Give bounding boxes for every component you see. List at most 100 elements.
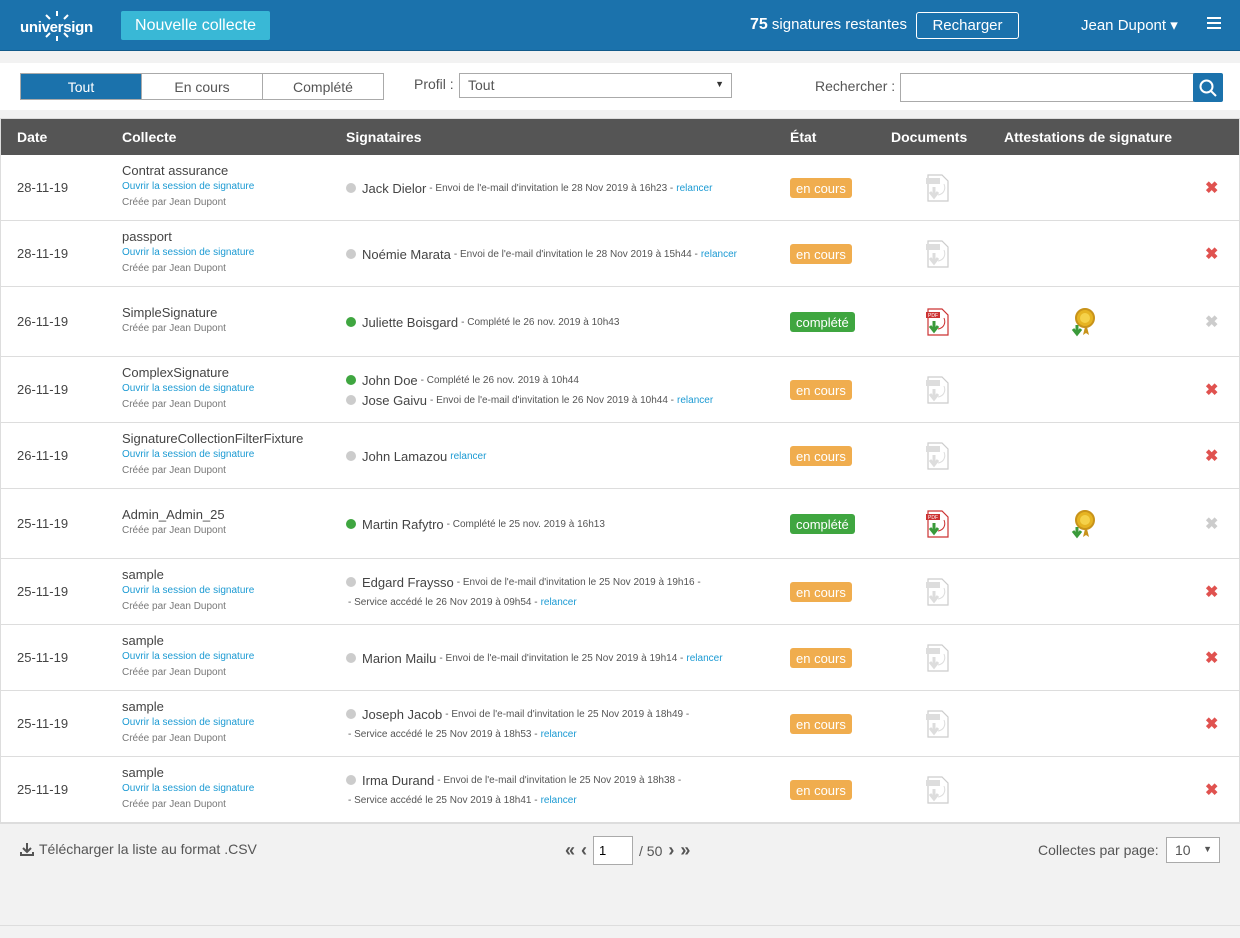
prev-page-icon[interactable]: ‹ — [581, 840, 587, 861]
signers-cell: Joseph Jacob - Envoi de l'e-mail d'invita… — [346, 704, 689, 744]
certificate-award-icon[interactable] — [1071, 307, 1097, 337]
signer-status-dot — [346, 375, 356, 385]
created-by: Créée par Jean Dupont — [122, 799, 226, 810]
profil-select[interactable]: Tout ▼ — [459, 73, 732, 98]
collection-cell: sample Ouvrir la session de signature Créé… — [122, 765, 254, 813]
signer-name: Martin Rafytro — [362, 516, 444, 532]
pdf-download-icon[interactable]: PDF — [924, 307, 952, 337]
table-row: 25-11-19 Admin_Admin_25 Créée par Jean Dup… — [1, 489, 1239, 559]
row-date: 25-11-19 — [17, 716, 69, 731]
signers-cell: Martin Rafytro - Complété le 25 nov. 2019… — [346, 514, 605, 534]
relancer-link[interactable]: relancer — [677, 395, 713, 406]
tab-tout[interactable]: Tout — [21, 74, 142, 99]
signer-status-dot — [346, 317, 356, 327]
open-session-link[interactable]: Ouvrir la session de signature — [122, 583, 254, 599]
delete-x-icon[interactable]: ✖ — [1205, 780, 1218, 800]
collection-cell: sample Ouvrir la session de signature Créé… — [122, 633, 254, 681]
open-session-link[interactable]: Ouvrir la session de signature — [122, 715, 254, 731]
created-by: Créée par Jean Dupont — [122, 399, 226, 410]
relancer-link[interactable]: relancer — [541, 795, 577, 806]
delete-x-icon[interactable]: ✖ — [1205, 380, 1218, 400]
csv-label: Télécharger la liste au format .CSV — [39, 841, 257, 857]
collection-cell: SignatureCollectionFilterFixture Ouvrir l… — [122, 431, 303, 479]
collection-cell: SimpleSignature Créée par Jean Dupont — [122, 305, 226, 337]
signer-note: - Envoi de l'e-mail d'invitation le 25 N… — [439, 652, 684, 664]
collection-cell: Contrat assurance Ouvrir la session de si… — [122, 163, 254, 211]
recharge-button[interactable]: Recharger — [916, 12, 1019, 39]
delete-x-icon[interactable]: ✖ — [1205, 446, 1218, 466]
relancer-link[interactable]: relancer — [541, 597, 577, 608]
col-date[interactable]: Date — [17, 129, 47, 145]
certificate-award-icon[interactable] — [1071, 509, 1097, 539]
universign-logo[interactable]: universign — [20, 9, 93, 43]
pdf-disabled-icon — [924, 775, 952, 805]
signers-cell: Juliette Boisgard - Complété le 26 nov. 2… — [346, 312, 619, 332]
relancer-link[interactable]: relancer — [450, 451, 486, 462]
svg-text:PDF: PDF — [928, 313, 938, 319]
signer-service-note: - Service accédé le 26 Nov 2019 à 09h54 … — [348, 596, 538, 608]
collection-cell: sample Ouvrir la session de signature Créé… — [122, 567, 254, 615]
signer-line: Martin Rafytro - Complété le 25 nov. 2019… — [346, 514, 605, 534]
created-by: Créée par Jean Dupont — [122, 197, 226, 208]
csv-download-link[interactable]: Télécharger la liste au format .CSV — [20, 841, 257, 857]
signer-status-dot — [346, 653, 356, 663]
tab-en-cours[interactable]: En cours — [142, 74, 263, 99]
hamburger-menu-icon[interactable] — [1207, 17, 1221, 30]
first-page-icon[interactable]: « — [565, 840, 575, 861]
delete-x-icon[interactable]: ✖ — [1205, 714, 1218, 734]
page-total: / 50 — [639, 842, 663, 859]
col-etat: État — [790, 129, 817, 145]
delete-x-icon[interactable]: ✖ — [1205, 178, 1218, 198]
last-page-icon[interactable]: » — [680, 840, 690, 861]
tab-complete[interactable]: Complété — [263, 74, 383, 99]
status-badge: en cours — [790, 780, 852, 800]
delete-x-icon[interactable]: ✖ — [1205, 582, 1218, 602]
signer-note: - Envoi de l'e-mail d'invitation le 28 N… — [429, 182, 674, 194]
open-session-link[interactable]: Ouvrir la session de signature — [122, 447, 303, 463]
relancer-link[interactable]: relancer — [686, 653, 722, 664]
new-collection-button[interactable]: Nouvelle collecte — [121, 11, 270, 40]
delete-x-icon[interactable]: ✖ — [1205, 648, 1218, 668]
open-session-link[interactable]: Ouvrir la session de signature — [122, 649, 254, 665]
search-button[interactable] — [1193, 73, 1223, 102]
row-date: 26-11-19 — [17, 382, 69, 397]
signer-status-dot — [346, 183, 356, 193]
pdf-download-icon[interactable]: PDF — [924, 509, 952, 539]
open-session-link[interactable]: Ouvrir la session de signature — [122, 245, 254, 261]
open-session-link[interactable]: Ouvrir la session de signature — [122, 781, 254, 797]
user-menu[interactable]: Jean Dupont ▾ — [1081, 16, 1178, 34]
created-by: Créée par Jean Dupont — [122, 733, 226, 744]
signer-line: John Lamazou relancer — [346, 446, 486, 466]
relancer-link[interactable]: relancer — [676, 183, 712, 194]
delete-x-icon[interactable]: ✖ — [1205, 244, 1218, 264]
signer-service-note: - Service accédé le 25 Nov 2019 à 18h53 … — [348, 728, 538, 740]
svg-text:PDF: PDF — [928, 515, 938, 521]
bottom-divider — [0, 925, 1240, 926]
next-page-icon[interactable]: › — [668, 840, 674, 861]
pdf-disabled-icon — [924, 239, 952, 269]
created-by: Créée par Jean Dupont — [122, 465, 226, 476]
page-input[interactable] — [593, 836, 634, 865]
signer-name: Edgard Fraysso — [362, 574, 454, 590]
perpage-label: Collectes par page: — [1038, 842, 1159, 858]
open-session-link[interactable]: Ouvrir la session de signature — [122, 179, 254, 195]
perpage-select[interactable]: 10 ▼ — [1166, 837, 1220, 863]
table-row: 26-11-19 SimpleSignature Créée par Jean Du… — [1, 287, 1239, 357]
relancer-link[interactable]: relancer — [701, 249, 737, 260]
chevron-down-icon: ▼ — [715, 79, 724, 89]
signers-cell: Irma Durand - Envoi de l'e-mail d'invitat… — [346, 770, 681, 810]
pagination: « ‹ / 50 › » — [565, 836, 690, 865]
signer-name: Joseph Jacob — [362, 706, 443, 722]
collections-table: Date Collecte Signataires État Documents… — [0, 118, 1240, 824]
collection-name: Contrat assurance — [122, 163, 229, 178]
open-session-link[interactable]: Ouvrir la session de signature — [122, 381, 254, 397]
relancer-link[interactable]: relancer — [541, 729, 577, 740]
created-by: Créée par Jean Dupont — [122, 667, 226, 678]
row-date: 26-11-19 — [17, 448, 69, 463]
search-input[interactable] — [900, 73, 1194, 102]
signer-status-dot — [346, 775, 356, 785]
col-collecte[interactable]: Collecte — [122, 129, 176, 145]
signer-name: Irma Durand — [362, 772, 435, 788]
remaining-signatures: 75 signatures restantes — [750, 16, 907, 34]
row-date: 25-11-19 — [17, 650, 69, 665]
